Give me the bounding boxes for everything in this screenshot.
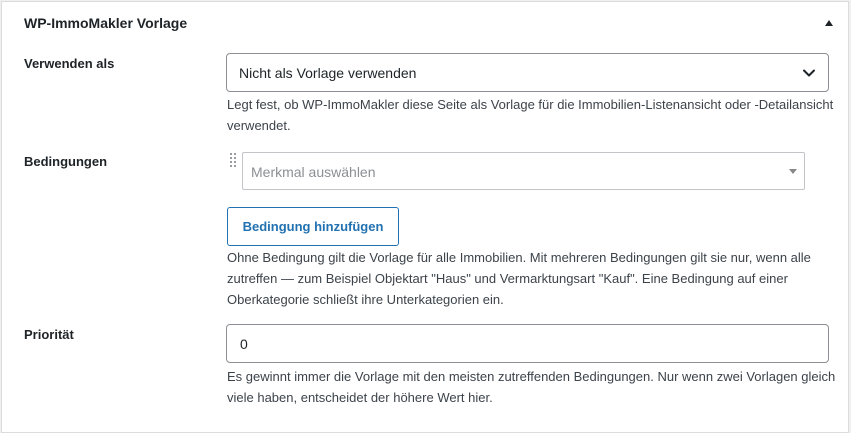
- priority-input[interactable]: [226, 324, 829, 363]
- drag-handle-icon[interactable]: [228, 152, 238, 170]
- usage-select[interactable]: Nicht als Vorlage verwenden: [226, 53, 829, 92]
- conditions-label: Bedingungen: [24, 154, 108, 169]
- feature-select-placeholder: Merkmal auswählen: [251, 164, 376, 180]
- priority-label: Priorität: [24, 327, 74, 342]
- usage-select-value: Nicht als Vorlage verwenden: [239, 65, 417, 81]
- feature-select[interactable]: Merkmal auswählen: [242, 152, 805, 190]
- usage-description: Legt fest, ob WP-ImmoMakler diese Seite …: [227, 97, 834, 133]
- conditions-description: Ohne Bedingung gilt die Vorlage für alle…: [227, 250, 811, 307]
- collapse-toggle-button[interactable]: [820, 16, 840, 32]
- usage-label: Verwenden als: [24, 56, 115, 71]
- chevron-down-icon: [803, 69, 815, 77]
- panel-title: WP-ImmoMakler Vorlage: [24, 15, 188, 31]
- template-settings-panel: WP-ImmoMakler Vorlage Verwenden als Nich…: [1, 1, 849, 433]
- add-condition-button[interactable]: Bedingung hinzufügen: [227, 207, 399, 246]
- caret-down-icon: [789, 169, 797, 174]
- panel-header: WP-ImmoMakler Vorlage: [2, 2, 848, 46]
- priority-description: Es gewinnt immer die Vorlage mit den mei…: [227, 369, 836, 405]
- triangle-up-icon: [825, 20, 833, 26]
